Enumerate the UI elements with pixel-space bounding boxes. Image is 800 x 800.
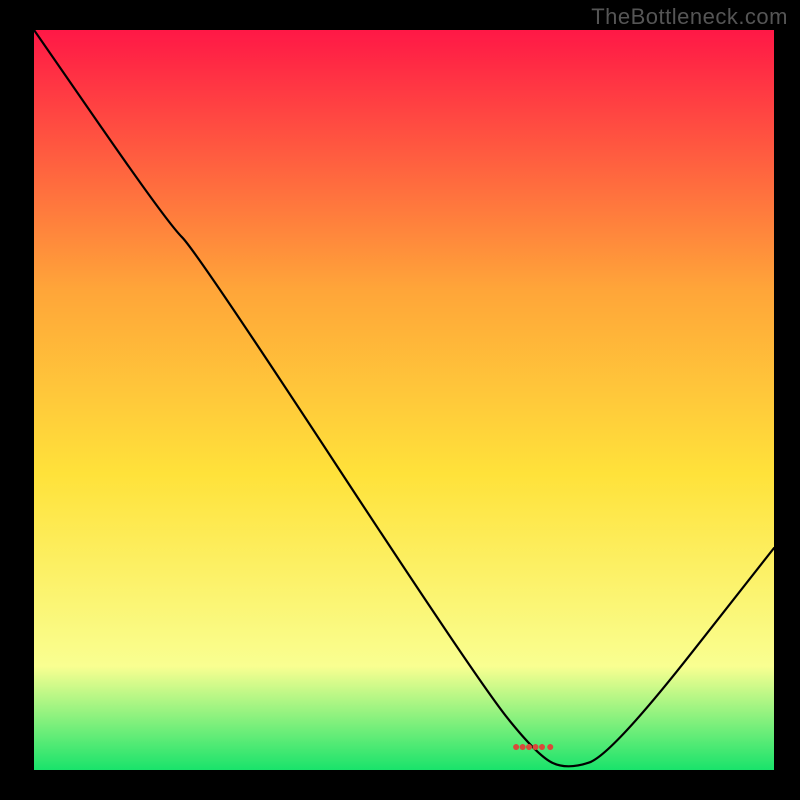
gradient-background: [34, 30, 774, 770]
watermark-text: TheBottleneck.com: [591, 4, 788, 30]
plot-area: ●●●●● ●: [34, 30, 774, 770]
marker-dots: ●●●●● ●: [512, 738, 553, 754]
